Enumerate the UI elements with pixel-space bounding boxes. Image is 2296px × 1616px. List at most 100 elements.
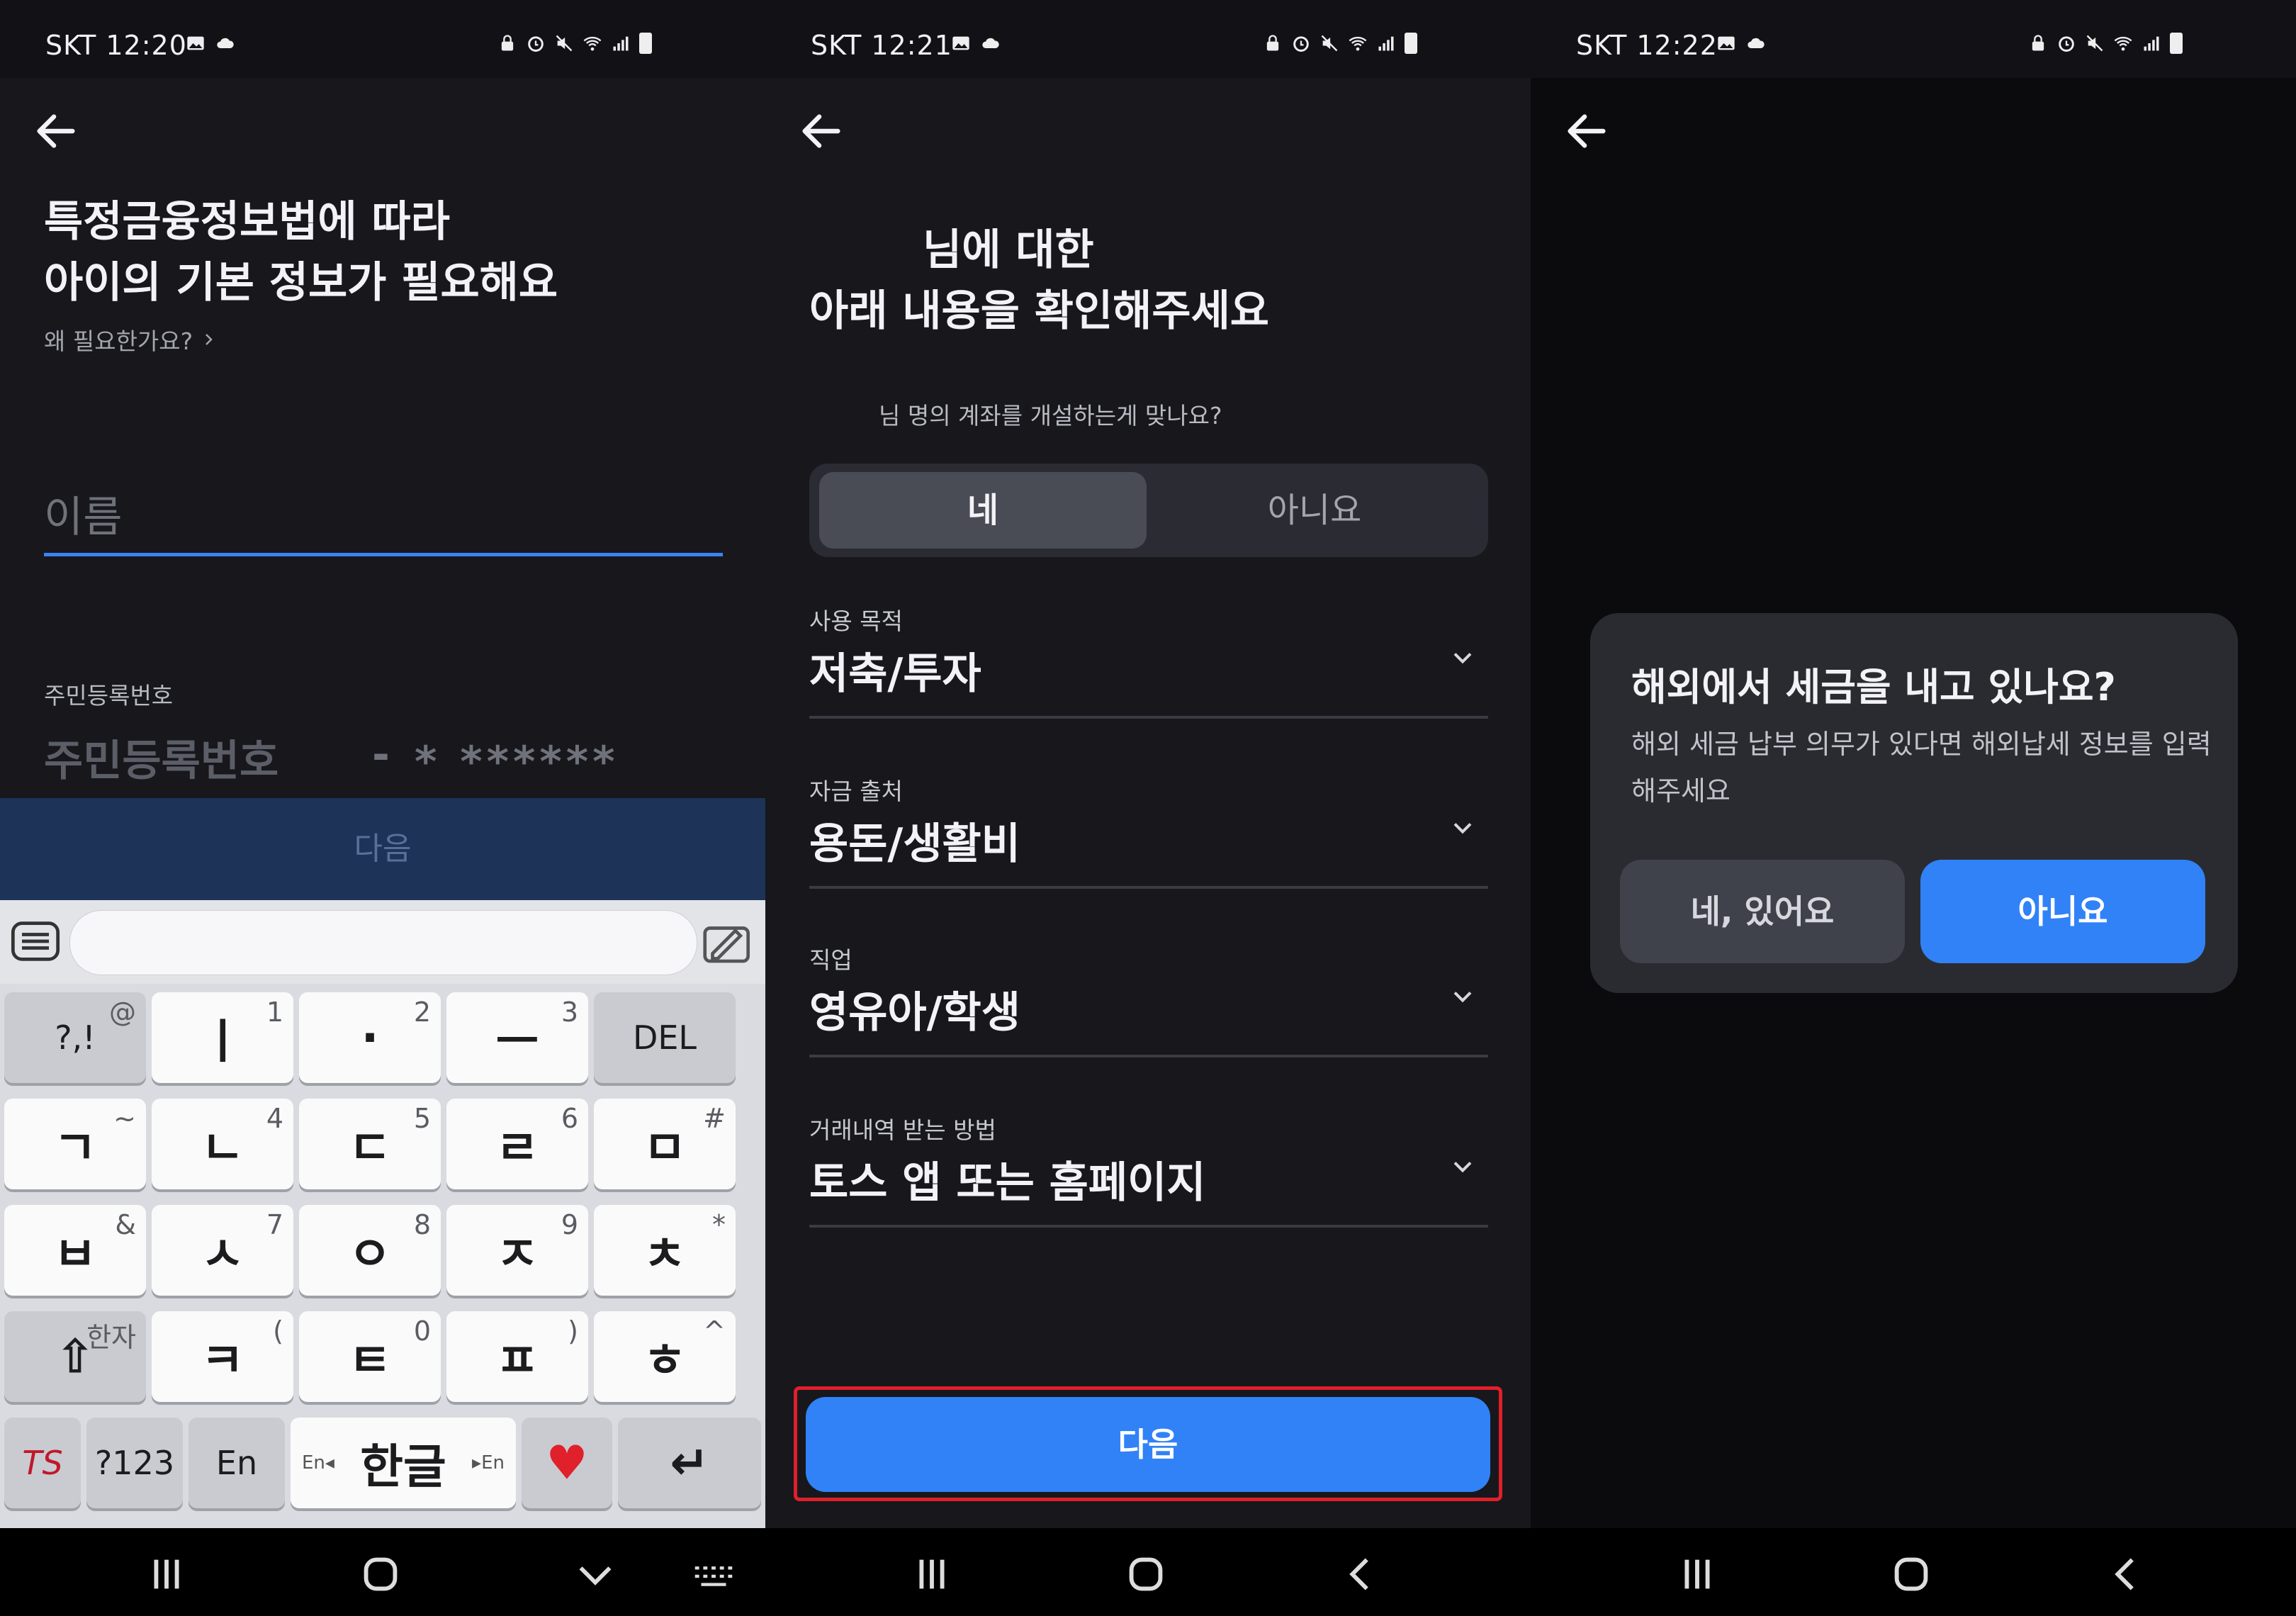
id-number-back-mask[interactable]: * ****** bbox=[415, 737, 619, 787]
key-4-2[interactable]: ㅋ( bbox=[152, 1311, 293, 1402]
recent-apps-icon[interactable] bbox=[1672, 1549, 1722, 1599]
keyboard-menu-icon[interactable] bbox=[9, 914, 62, 968]
key-2-2[interactable]: ㄴ4 bbox=[152, 1099, 293, 1189]
key-sublabel: ) bbox=[568, 1315, 578, 1347]
english-key[interactable]: En bbox=[188, 1418, 285, 1508]
key-1-1[interactable]: ?,! @ bbox=[4, 992, 146, 1083]
space-left-hint: En◂ bbox=[302, 1452, 334, 1474]
key-4-5[interactable]: ㅎ ^ bbox=[594, 1311, 736, 1402]
key-sublabel: 3 bbox=[561, 997, 578, 1028]
why-needed-link[interactable]: 왜 필요한가요? bbox=[44, 322, 217, 357]
ts-logo-key[interactable]: TS bbox=[4, 1418, 81, 1508]
name-input[interactable] bbox=[44, 482, 723, 556]
next-button[interactable]: 다음 bbox=[0, 798, 765, 900]
key-2-5[interactable]: ㅁ # bbox=[594, 1099, 736, 1189]
chevron-down-icon bbox=[1453, 823, 1472, 834]
dialog-yes-button[interactable]: 네, 있어요 bbox=[1620, 860, 1905, 963]
dialog-body: 해외 세금 납부 의무가 있다면 해외납세 정보를 입력해주세요 bbox=[1631, 729, 2212, 807]
field-label: 거래내역 받는 방법 bbox=[809, 1116, 996, 1144]
status-bar: SKT 12:22 bbox=[1531, 0, 2296, 78]
page-title: 특정금융정보법에 따라 아이의 기본 정보가 필요해요 bbox=[44, 191, 724, 313]
back-arrow-icon[interactable] bbox=[31, 106, 81, 156]
key-sublabel: ^ bbox=[703, 1315, 726, 1347]
key-sublabel: ~ bbox=[113, 1103, 136, 1134]
navigation-bar bbox=[0, 1528, 765, 1616]
statement-method-dropdown[interactable]: 거래내역 받는 방법 토스 앱 또는 홈페이지 bbox=[809, 1111, 1488, 1228]
home-icon[interactable] bbox=[1121, 1549, 1171, 1599]
mute-icon bbox=[1321, 35, 1338, 52]
alarm-icon bbox=[1293, 36, 1309, 52]
home-icon[interactable] bbox=[1886, 1549, 1936, 1599]
account-owner-question: 님 명의 계좌를 개설하는게 맞나요? bbox=[879, 402, 1222, 430]
battery-icon bbox=[1405, 33, 1417, 54]
next-button[interactable]: 다음 bbox=[806, 1397, 1490, 1492]
recent-apps-icon[interactable] bbox=[142, 1549, 191, 1599]
key-2-1[interactable]: ㄱ ~ bbox=[4, 1099, 146, 1189]
wifi-icon bbox=[2114, 36, 2132, 51]
title-line-2: 아이의 기본 정보가 필요해요 bbox=[44, 258, 558, 308]
field-label: 직업 bbox=[809, 946, 852, 974]
why-needed-label: 왜 필요한가요? bbox=[44, 327, 193, 355]
key-3-2[interactable]: ㅅ7 bbox=[152, 1205, 293, 1296]
lock-icon bbox=[1266, 35, 1279, 51]
gallery-icon bbox=[1718, 36, 1735, 50]
cloud-icon bbox=[982, 38, 999, 48]
field-value: 용돈/생활비 bbox=[809, 819, 1020, 869]
panel-basic-info: SKT 12:20 특정금융정보법에 따라 아이의 기본 정보가 필요해요 왜 … bbox=[0, 0, 765, 1616]
key-3-3[interactable]: ㅇ8 bbox=[299, 1205, 441, 1296]
signal-icon bbox=[2144, 36, 2159, 51]
key-3-4[interactable]: ㅈ9 bbox=[446, 1205, 588, 1296]
space-key[interactable]: 한글 En◂ ▸En bbox=[291, 1418, 516, 1508]
status-carrier-time: SKT 12:20 bbox=[45, 30, 187, 61]
key-sublabel: 1 bbox=[266, 997, 283, 1028]
key-2-3[interactable]: ㄷ5 bbox=[299, 1099, 441, 1189]
home-icon[interactable] bbox=[356, 1549, 405, 1599]
status-left-icons bbox=[951, 33, 1001, 54]
status-left-icons bbox=[186, 33, 235, 54]
field-label: 사용 목적 bbox=[809, 607, 903, 635]
back-arrow-icon[interactable] bbox=[1562, 106, 1611, 156]
chevron-right-icon bbox=[206, 334, 213, 345]
id-number-input[interactable]: 주민등록번호 bbox=[44, 726, 278, 788]
key-label: ♥ bbox=[546, 1435, 588, 1491]
title-line-1: 님에 대한 bbox=[923, 225, 1094, 275]
key-3-1[interactable]: ㅂ & bbox=[4, 1205, 146, 1296]
occupation-dropdown[interactable]: 직업 영유아/학생 bbox=[809, 941, 1488, 1057]
page-title: 님에 대한 아래 내용을 확인해주세요 bbox=[809, 220, 1490, 342]
chevron-down-icon bbox=[1453, 1162, 1472, 1173]
key-2-4[interactable]: ㄹ6 bbox=[446, 1099, 588, 1189]
key-sublabel: & bbox=[115, 1209, 136, 1240]
back-nav-icon[interactable] bbox=[2101, 1549, 2151, 1599]
symbol-key[interactable]: ?123 bbox=[86, 1418, 183, 1508]
key-4-3[interactable]: ㅌ0 bbox=[299, 1311, 441, 1402]
enter-key[interactable]: ↵ bbox=[618, 1418, 761, 1508]
recent-apps-icon[interactable] bbox=[907, 1549, 957, 1599]
back-nav-icon[interactable] bbox=[1336, 1549, 1385, 1599]
panel-tax-dialog: SKT 12:22 해외에서 세금을 내고 있나요? 해외 세금 납부 의무가 … bbox=[1531, 0, 2296, 1616]
keyboard-toolbar bbox=[0, 900, 765, 984]
back-arrow-icon[interactable] bbox=[797, 106, 846, 156]
key-1-3[interactable]: · 2 bbox=[299, 992, 441, 1083]
dialog-no-button[interactable]: 아니요 bbox=[1920, 860, 2205, 963]
fund-source-dropdown[interactable]: 자금 출처 용돈/생활비 bbox=[809, 773, 1488, 889]
key-sublabel: 5 bbox=[413, 1103, 431, 1134]
purpose-dropdown[interactable]: 사용 목적 저축/투자 bbox=[809, 602, 1488, 719]
segment-no[interactable]: 아니요 bbox=[1151, 472, 1478, 549]
key-4-1[interactable]: ⇧ 한자 bbox=[4, 1311, 146, 1402]
keyboard-switch-icon[interactable] bbox=[689, 1549, 738, 1599]
field-label: 자금 출처 bbox=[809, 778, 903, 805]
key-4-4[interactable]: ㅍ) bbox=[446, 1311, 588, 1402]
segment-yes[interactable]: 네 bbox=[819, 472, 1147, 549]
key-3-5[interactable]: ㅊ * bbox=[594, 1205, 736, 1296]
gallery-icon bbox=[187, 36, 204, 50]
key-1-5[interactable]: DEL bbox=[594, 992, 736, 1083]
emoji-key[interactable]: ♥ bbox=[522, 1418, 612, 1508]
hide-keyboard-icon[interactable] bbox=[570, 1549, 620, 1599]
key-1-2[interactable]: ㅣ1 bbox=[152, 992, 293, 1083]
alarm-icon bbox=[2059, 36, 2074, 52]
handwriting-icon[interactable] bbox=[697, 913, 758, 974]
navigation-bar bbox=[1531, 1528, 2296, 1616]
overseas-tax-dialog: 해외에서 세금을 내고 있나요? 해외 세금 납부 의무가 있다면 해외납세 정… bbox=[1590, 613, 2238, 993]
cloud-icon bbox=[1748, 38, 1765, 48]
key-1-4[interactable]: ㅡ3 bbox=[446, 992, 588, 1083]
